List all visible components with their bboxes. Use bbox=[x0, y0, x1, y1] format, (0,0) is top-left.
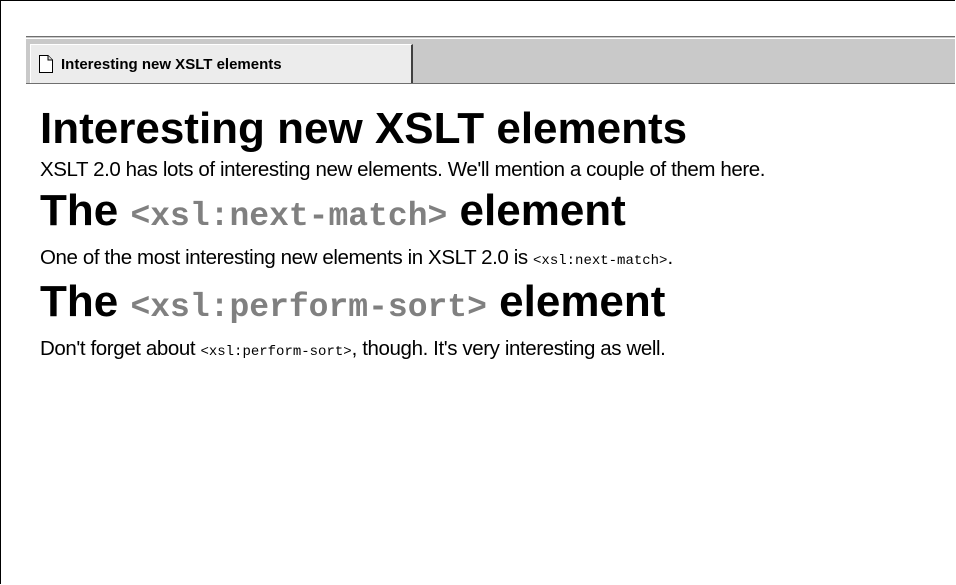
inline-code: <xsl:next-match> bbox=[533, 253, 668, 269]
section-heading-next-match: The <xsl:next-match> element bbox=[40, 182, 950, 246]
page-title: Interesting new XSLT elements bbox=[40, 104, 688, 153]
document-icon bbox=[38, 54, 54, 74]
tab-title: Interesting new XSLT elements bbox=[61, 55, 282, 73]
heading-code: <xsl:perform-sort> bbox=[130, 289, 487, 326]
inline-code: <xsl:perform-sort> bbox=[200, 344, 352, 360]
page-content: Interesting new XSLT elements XSLT 2.0 h… bbox=[40, 100, 950, 364]
browser-window: Interesting new XSLT elements Interestin… bbox=[0, 0, 955, 584]
heading-prefix: The bbox=[40, 186, 131, 235]
paragraph-prefix: One of the most interesting new elements… bbox=[40, 246, 534, 269]
section-paragraph-next-match: One of the most interesting new elements… bbox=[40, 246, 950, 273]
paragraph-suffix: , though. It's very interesting as well. bbox=[351, 337, 666, 360]
paragraph-suffix: . bbox=[667, 246, 673, 269]
section-heading-perform-sort: The <xsl:perform-sort> element bbox=[40, 273, 950, 337]
heading-suffix: element bbox=[486, 277, 666, 326]
tab-bar: Interesting new XSLT elements bbox=[26, 36, 955, 84]
heading-code: <xsl:next-match> bbox=[130, 198, 448, 235]
tab-bar-highlight bbox=[26, 38, 955, 39]
section-paragraph-perform-sort: Don't forget about <xsl:perform-sort>, t… bbox=[40, 337, 950, 364]
heading-suffix: element bbox=[447, 186, 626, 235]
intro-paragraph: XSLT 2.0 has lots of interesting new ele… bbox=[40, 158, 766, 181]
heading-prefix: The bbox=[40, 277, 131, 326]
tab-active[interactable]: Interesting new XSLT elements bbox=[30, 44, 413, 83]
paragraph-prefix: Don't forget about bbox=[40, 337, 201, 360]
